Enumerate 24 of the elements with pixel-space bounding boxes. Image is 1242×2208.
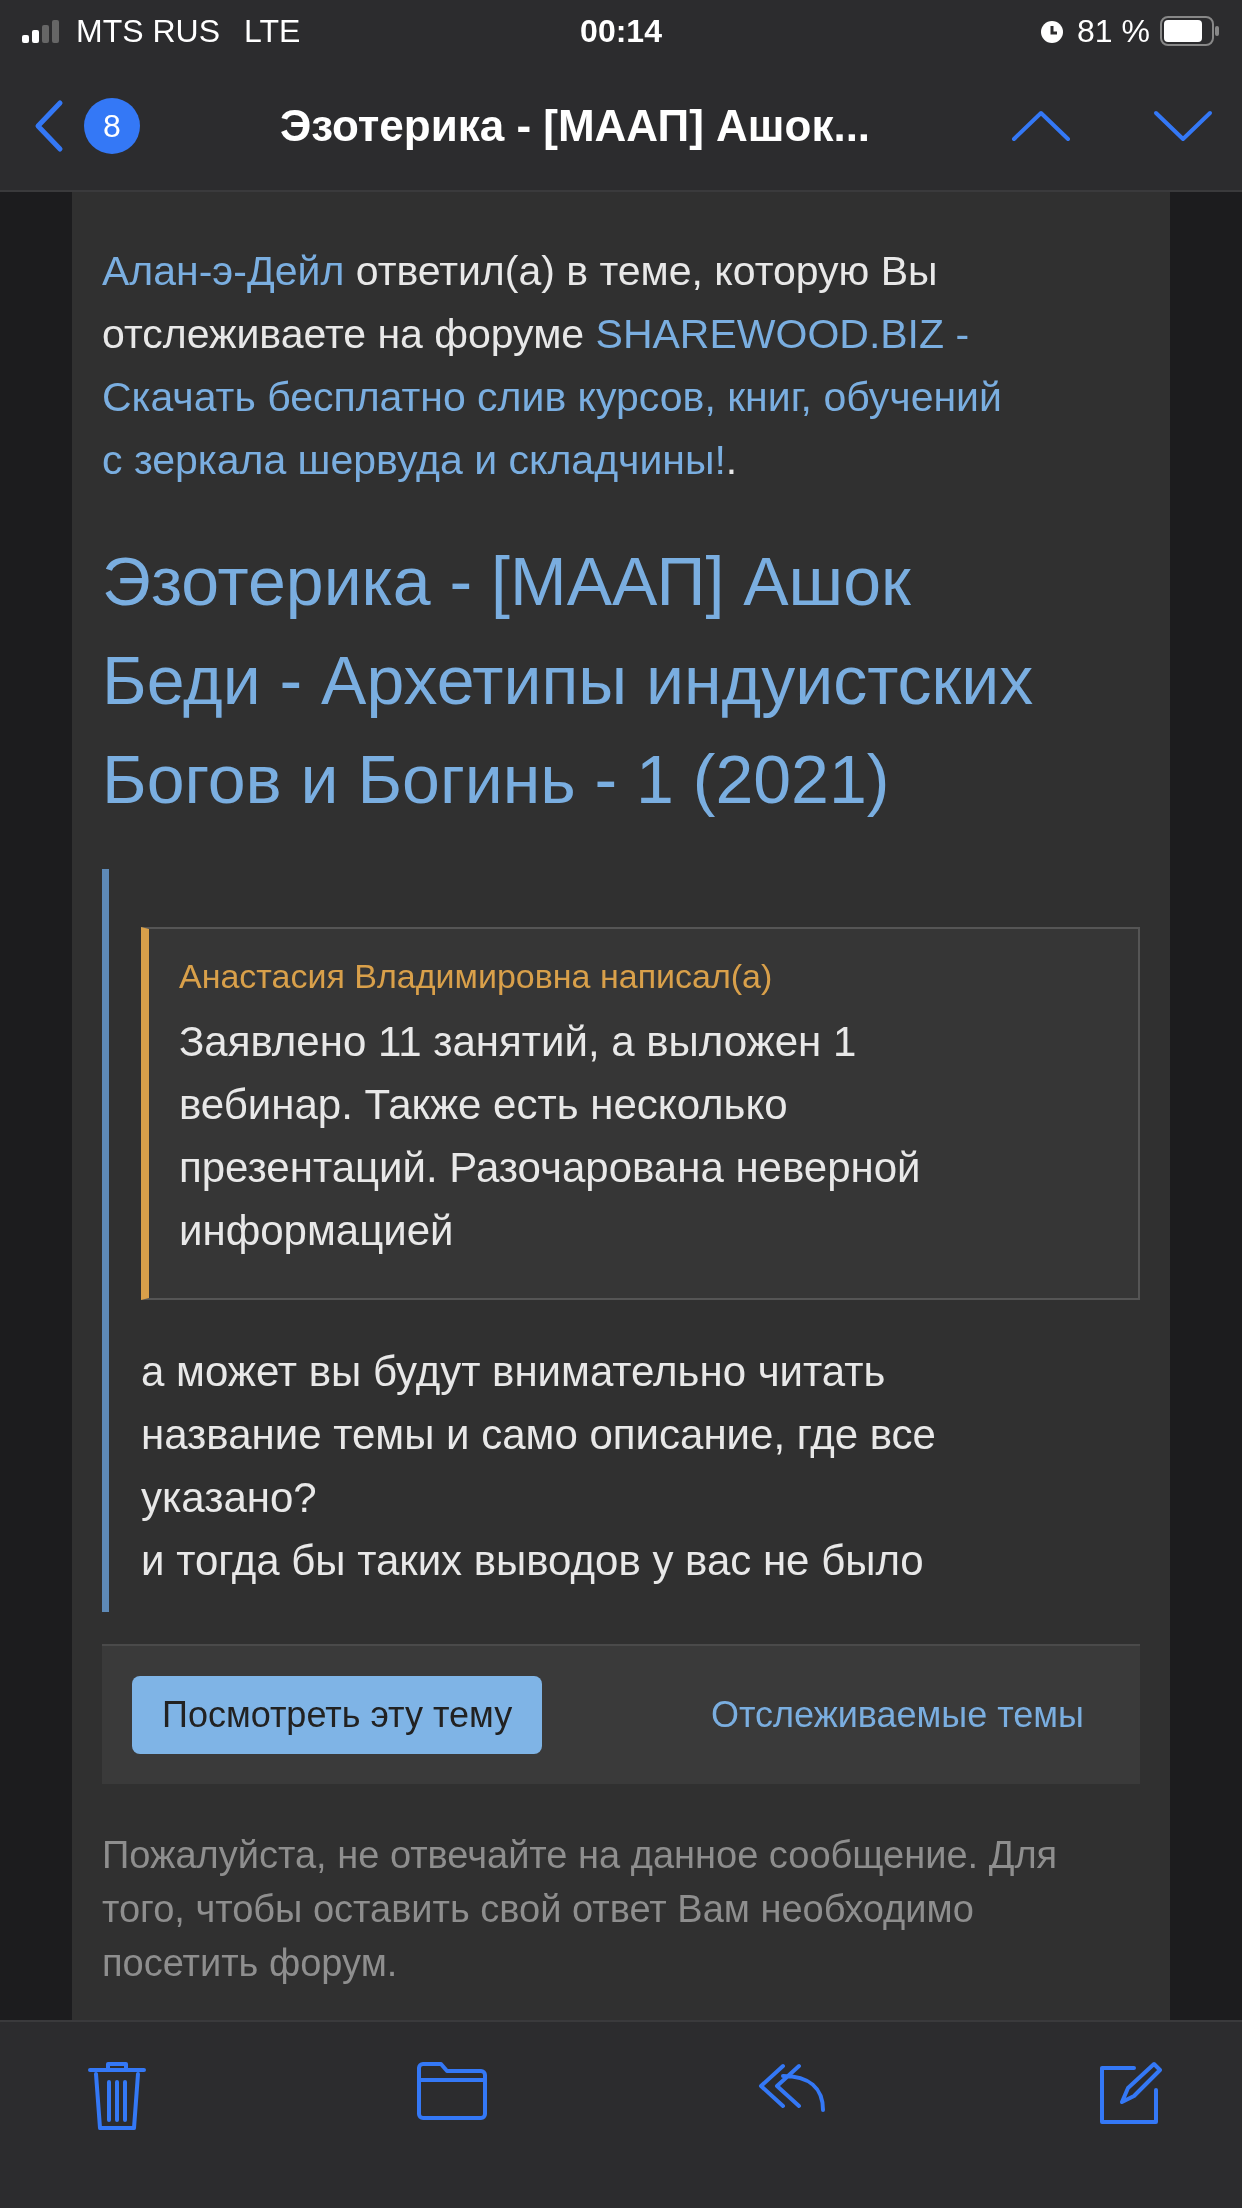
battery-percent: 81 % xyxy=(1077,12,1150,50)
notification-text: Алан-э-Дейл ответил(а) в теме, которую Вы отслеживаете на форуме SHAREWOOD.BIZ - Скачать бесплатно слив курсов, книг, обучений с зеркала шервуда и складчины!. xyxy=(102,247,1003,485)
forum-link[interactable]: с зеркала шервуда и складчины! xyxy=(102,437,726,483)
view-topic-button[interactable]: Посмотреть эту тему xyxy=(132,1676,543,1754)
forum-link[interactable]: Скачать бесплатно слив курсов, книг, обучений xyxy=(102,374,1002,420)
carrier-name: MTS RUS xyxy=(76,12,220,50)
forum-link[interactable]: SHAREWOOD.BIZ - xyxy=(595,311,970,357)
back-icon[interactable] xyxy=(34,99,64,153)
forum-link[interactable]: Алан-э-Дейл xyxy=(102,248,345,294)
signal-icon xyxy=(22,19,62,43)
post-text: а может вы будут внимательно читать название темы и само описание, где все указано? xyxy=(141,1347,937,1523)
folder-icon[interactable] xyxy=(414,2060,489,2122)
topic-title[interactable]: Эзотерика - [МААП] Ашок Беди - Архетипы индуистских Богов и Богинь - 1 (2021) xyxy=(102,532,1140,829)
footer-note: Пожалуйста, не отвечайте на данное сообщение. Для того, чтобы оставить свой ответ Вам необходимо посетить форум. xyxy=(102,1833,1059,1986)
trash-icon[interactable] xyxy=(86,2060,148,2132)
clock-time: 00:14 xyxy=(580,12,662,50)
message-subject: Эзотерика - [МААП] Ашок... xyxy=(278,101,872,151)
post-text: и тогда бы таких выводов у вас не было xyxy=(141,1536,925,1586)
quote-author: Анастасия Владимировна написал(а) xyxy=(179,957,774,996)
unread-badge: 8 xyxy=(84,98,140,154)
network-type: LTE xyxy=(244,12,301,50)
battery-icon xyxy=(1160,16,1220,46)
watched-topics-link[interactable]: Отслеживаемые темы xyxy=(710,1694,1110,1736)
quote-text: Заявлено 11 занятий, а выложен 1 вебинар. Также есть несколько презентаций. Разочарована неверной информацией xyxy=(179,1017,922,1256)
